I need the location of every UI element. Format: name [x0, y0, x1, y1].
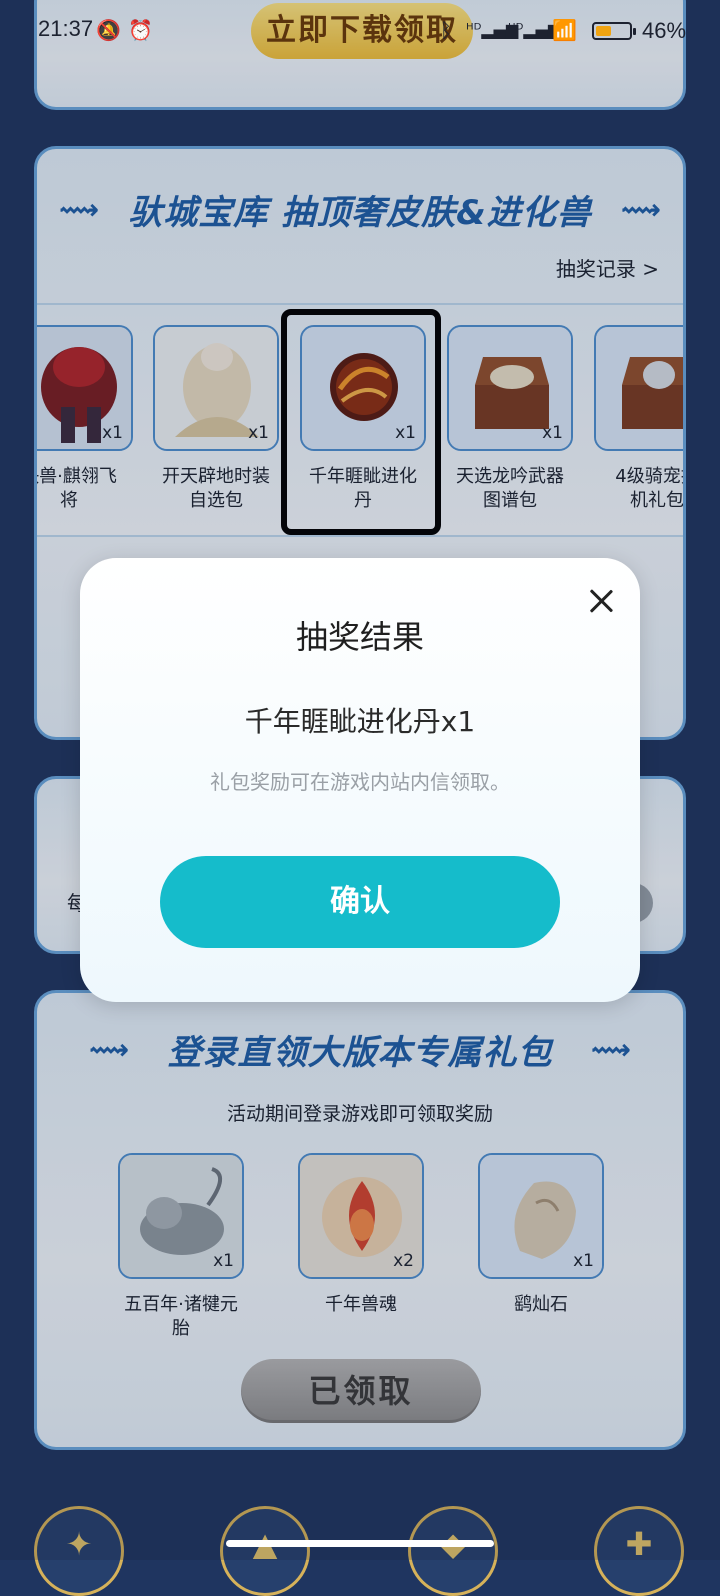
confirm-button[interactable]: 确认 — [160, 856, 560, 948]
draw-result-dialog: 抽奖结果 千年睚眦进化丹x1 礼包奖励可在游戏内站内信领取。 确认 — [80, 558, 640, 1002]
home-indicator[interactable] — [226, 1540, 494, 1547]
status-time: 21:37 — [38, 16, 94, 41]
dialog-note: 礼包奖励可在游戏内站内信领取。 — [210, 770, 510, 794]
mute-icon: 🔕 — [96, 18, 121, 42]
status-bar: 21:37 🔕 ⏰ ᛒ ᴴᴰ▂▄▆ ᴴᴰ▂▄▆ 📶 46% — [0, 0, 720, 64]
dialog-prize: 千年睚眦进化丹x1 — [244, 705, 476, 738]
battery-icon — [592, 22, 636, 40]
wifi-icon: 📶 — [552, 18, 577, 42]
battery-percent: 46% — [642, 18, 687, 43]
bluetooth-icon: ᛒ — [440, 18, 452, 42]
dialog-title: 抽奖结果 — [295, 618, 424, 656]
alarm-icon: ⏰ — [128, 18, 153, 42]
